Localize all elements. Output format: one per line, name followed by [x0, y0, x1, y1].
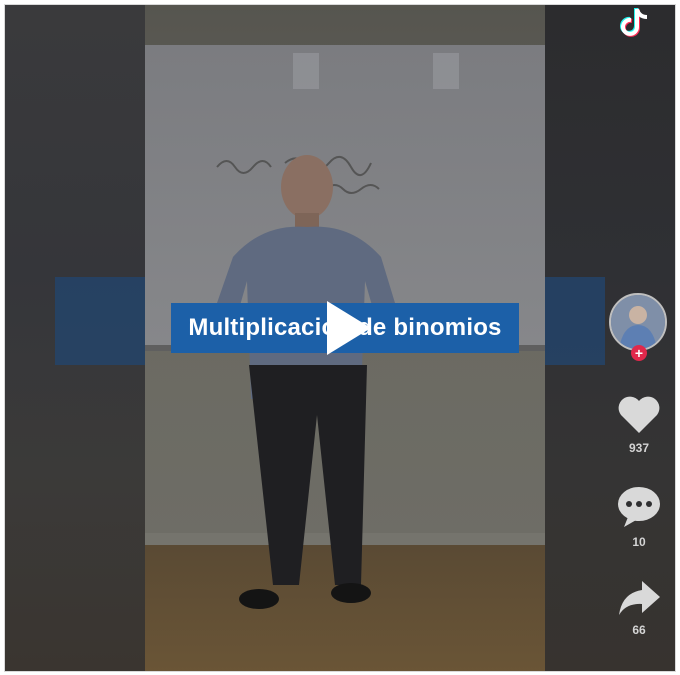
comment-button[interactable]: 10 [613, 485, 665, 549]
tiktok-logo-icon [620, 8, 648, 37]
comment-count: 10 [632, 535, 646, 549]
share-icon [619, 581, 660, 615]
creator-avatar[interactable] [609, 293, 667, 351]
avatar-image [611, 295, 665, 349]
video-player[interactable]: Multiplicación de binomios + 937 10 66 [4, 4, 676, 672]
like-count: 937 [628, 441, 650, 455]
comment-icon [618, 487, 660, 527]
blurred-caption-left [55, 277, 145, 365]
share-button[interactable]: 66 [613, 579, 665, 637]
heart-icon [618, 396, 660, 433]
blurred-caption-right [545, 277, 605, 365]
like-button[interactable]: 937 [613, 393, 665, 455]
play-icon[interactable] [323, 299, 373, 357]
follow-plus-icon[interactable]: + [631, 345, 647, 361]
share-count: 66 [632, 623, 646, 637]
